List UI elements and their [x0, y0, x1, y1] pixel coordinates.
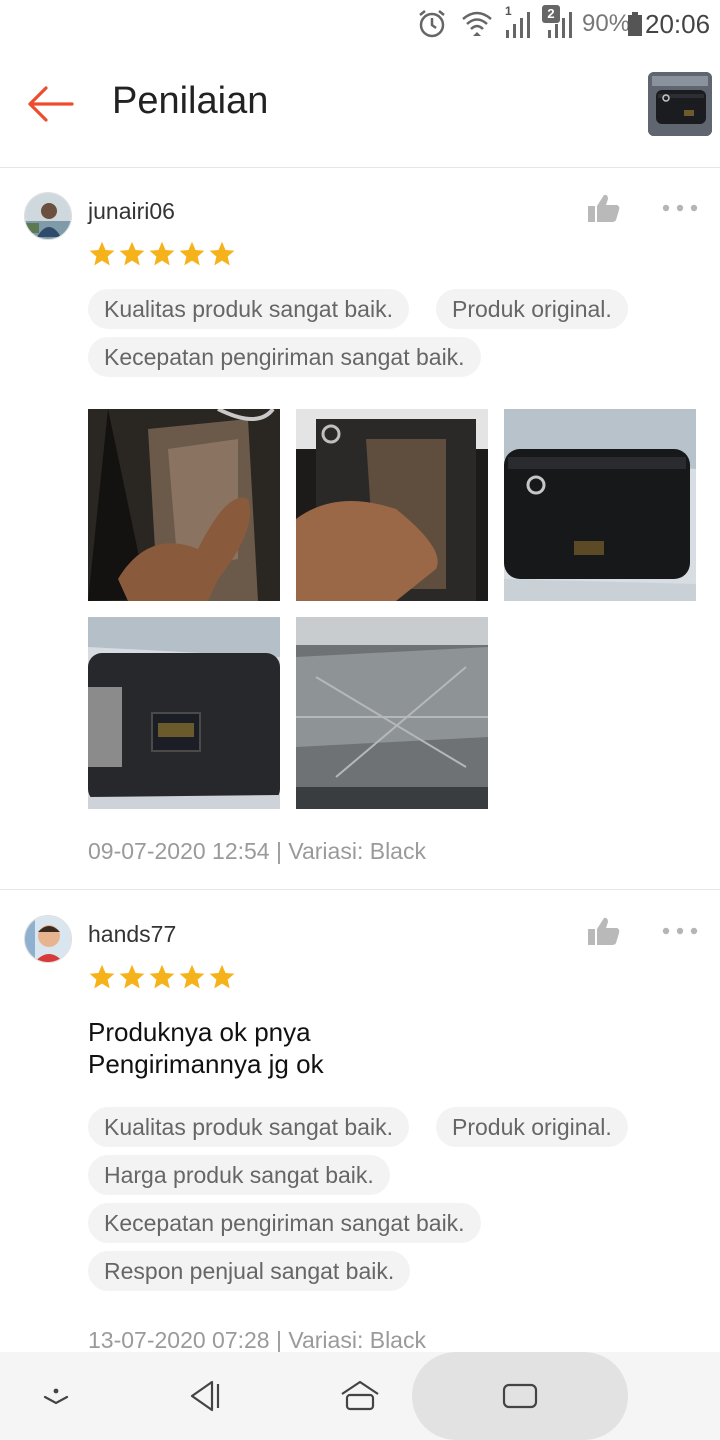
- nav-home-button[interactable]: [332, 1352, 388, 1440]
- clock: 20:06: [645, 9, 711, 39]
- battery-icon: [628, 12, 642, 36]
- review-photo[interactable]: [296, 617, 488, 809]
- battery-percent: 90%: [582, 10, 631, 37]
- wifi-icon: [462, 11, 492, 36]
- review-tag: Kualitas produk sangat baik.: [88, 1107, 409, 1147]
- nav-recents-button[interactable]: [492, 1352, 548, 1440]
- back-triangle-icon: [190, 1380, 220, 1412]
- star-rating: [88, 240, 236, 268]
- app-header: Penilaian: [0, 56, 720, 168]
- sim2-badge: 2: [542, 5, 560, 23]
- review-meta: 09-07-2020 12:54 | Variasi: Black: [88, 838, 426, 864]
- review-tag: Kecepatan pengiriman sangat baik.: [88, 1203, 481, 1243]
- chevron-down-icon: [43, 1388, 69, 1405]
- star-icon: [149, 964, 175, 989]
- product-thumbnail[interactable]: [648, 72, 712, 136]
- thumb-up-icon[interactable]: [586, 192, 622, 224]
- more-dots-icon[interactable]: [660, 202, 700, 214]
- star-icon: [119, 964, 145, 989]
- back-arrow-icon[interactable]: [24, 82, 76, 126]
- review-photo[interactable]: [504, 409, 696, 601]
- home-icon: [341, 1380, 379, 1411]
- nav-hide-button[interactable]: [28, 1352, 84, 1440]
- nav-back-button[interactable]: [176, 1352, 232, 1440]
- review-card: junairi06 Kualitas produk sangat baik. P…: [0, 168, 720, 890]
- reviewer-username: junairi06: [88, 198, 175, 224]
- avatar[interactable]: [24, 192, 72, 240]
- sim1-label: 1: [505, 4, 512, 18]
- star-icon: [209, 964, 235, 989]
- star-icon: [149, 241, 175, 266]
- review-photo[interactable]: [296, 409, 488, 601]
- review-comment-line: Pengirimannya jg ok: [88, 1049, 324, 1079]
- review-card: hands77 Produknya ok pnya Pengirimannya …: [0, 891, 720, 1361]
- recents-icon: [502, 1383, 538, 1409]
- avatar[interactable]: [24, 915, 72, 963]
- star-icon: [179, 964, 205, 989]
- review-tag: Kecepatan pengiriman sangat baik.: [88, 337, 481, 377]
- review-tag: Respon penjual sangat baik.: [88, 1251, 411, 1291]
- star-icon: [119, 241, 145, 266]
- reviewer-username: hands77: [88, 921, 177, 947]
- page-title: Penilaian: [112, 80, 269, 122]
- review-tag: Kualitas produk sangat baik.: [88, 289, 409, 329]
- system-nav-bar: [0, 1352, 720, 1440]
- star-icon: [89, 964, 115, 989]
- star-icon: [179, 241, 205, 266]
- review-meta: 13-07-2020 07:28 | Variasi: Black: [88, 1327, 426, 1353]
- review-comment-line: Produknya ok pnya: [88, 1017, 311, 1047]
- star-icon: [89, 241, 115, 266]
- review-photo[interactable]: [88, 617, 280, 809]
- thumb-up-icon[interactable]: [586, 915, 622, 947]
- review-tag: Produk original.: [436, 1107, 628, 1147]
- star-icon: [209, 241, 235, 266]
- status-bar: 1 2 90% 20:06: [0, 0, 720, 48]
- more-dots-icon[interactable]: [660, 925, 700, 937]
- review-photo[interactable]: [88, 409, 280, 601]
- star-rating: [88, 963, 236, 991]
- review-tag: Harga produk sangat baik.: [88, 1155, 390, 1195]
- alarm-icon: [419, 10, 445, 38]
- review-tag: Produk original.: [436, 289, 628, 329]
